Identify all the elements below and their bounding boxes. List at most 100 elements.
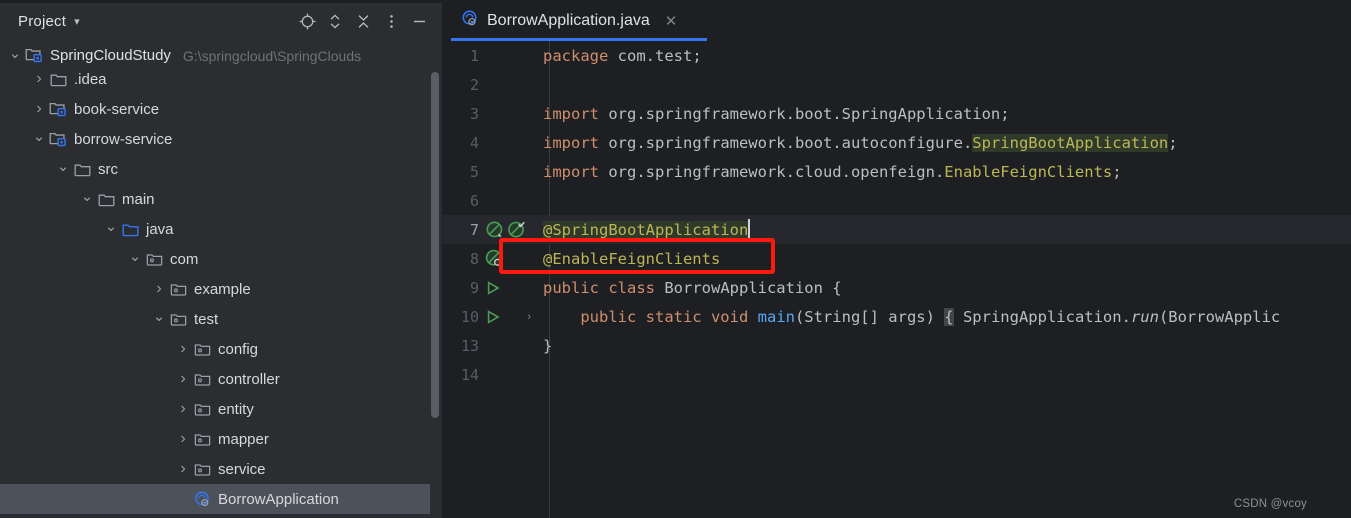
chevron-down-icon[interactable]: ⌄: [150, 309, 168, 324]
tree-item-label: example: [194, 280, 251, 298]
code-line-13[interactable]: 13}: [443, 331, 1351, 360]
tree-item-src[interactable]: ⌄ src: [0, 154, 443, 184]
chevron-down-icon[interactable]: ⌄: [54, 159, 72, 174]
project-tree[interactable]: ⌄ SpringCloudStudy G:\springcloud\SpringCl…: [0, 42, 443, 518]
tree-item-label: src: [98, 160, 118, 178]
code-line-1[interactable]: 1 package com.test;: [443, 41, 1351, 70]
code-line-2[interactable]: 2: [443, 70, 1351, 99]
tree-item-label: book-service: [74, 100, 160, 118]
tree-item-book-service[interactable]: › book-service: [0, 94, 443, 124]
chevron-right-icon[interactable]: ›: [30, 71, 48, 87]
line-number: 3: [469, 104, 479, 123]
minimize-icon[interactable]: [405, 7, 433, 35]
tree-item-example[interactable]: › example: [0, 274, 443, 304]
editor-gutter[interactable]: [481, 360, 537, 389]
chevron-right-icon[interactable]: ›: [174, 431, 192, 447]
chevron-down-icon[interactable]: ▾: [74, 16, 80, 28]
tree-item-label: test: [194, 310, 219, 328]
code-fold-icon[interactable]: ›: [527, 311, 531, 323]
chevron-right-icon[interactable]: ›: [174, 341, 192, 357]
tree-item-label: com: [170, 250, 199, 268]
editor-gutter[interactable]: [481, 215, 537, 244]
code-text: public class BorrowApplication {: [537, 279, 1351, 297]
editor-gutter[interactable]: ›: [481, 302, 537, 331]
code-line-3[interactable]: 3 import org.springframework.boot.SpringA…: [443, 99, 1351, 128]
tree-item-java[interactable]: ⌄ java: [0, 214, 443, 244]
code-line-8[interactable]: 8 @EnableFeignClients: [443, 244, 1351, 273]
tree-item-path: G:\springcloud\SpringClouds: [182, 48, 362, 64]
tree-item-config[interactable]: › config: [0, 334, 443, 364]
code-token: ;: [1168, 133, 1178, 152]
tree-arrow-placeholder: [174, 494, 192, 505]
chevron-right-icon[interactable]: ›: [174, 371, 192, 387]
tree-item-controller[interactable]: › controller: [0, 364, 443, 394]
code-line-5[interactable]: 5 import org.springframework.cloud.openfe…: [443, 157, 1351, 186]
code-token: ;: [1112, 162, 1122, 181]
editor-gutter[interactable]: [481, 244, 537, 273]
code-line-4[interactable]: 4 import org.springframework.boot.autocon…: [443, 128, 1351, 157]
chevron-down-icon[interactable]: ⌄: [6, 46, 24, 61]
spring-bean-icon[interactable]: [485, 220, 505, 240]
run-gutter-icon[interactable]: [485, 309, 501, 325]
close-icon[interactable]: ✕: [665, 14, 678, 29]
code-line-9[interactable]: 9 public class BorrowApplication {: [443, 273, 1351, 302]
editor-tab-label: BorrowApplication.java: [487, 12, 650, 29]
editor-gutter[interactable]: [481, 128, 537, 157]
collapse-all-icon[interactable]: [349, 7, 377, 35]
source-root-icon: [120, 220, 140, 238]
code-line-10[interactable]: 10 › public static void main(String[] arg…: [443, 302, 1351, 331]
chevron-down-icon[interactable]: ⌄: [30, 129, 48, 144]
chevron-down-icon[interactable]: ⌄: [126, 249, 144, 264]
editor-gutter[interactable]: [481, 70, 537, 99]
tree-item-borrow-service[interactable]: ⌄ borrow-service: [0, 124, 443, 154]
editor-gutter[interactable]: [481, 157, 537, 186]
line-number: 4: [469, 133, 479, 152]
folder-icon: [72, 160, 92, 178]
chevron-down-icon[interactable]: ⌄: [78, 189, 96, 204]
line-number: 13: [460, 336, 479, 355]
module-icon: [24, 46, 44, 64]
tree-item-com[interactable]: ⌄ com: [0, 244, 443, 274]
editor-gutter[interactable]: [481, 186, 537, 215]
project-panel-scrollbar[interactable]: [431, 72, 439, 418]
spring-bean-check-icon[interactable]: [507, 220, 527, 240]
editor-gutter[interactable]: [481, 41, 537, 70]
tree-item-service[interactable]: › service: [0, 454, 443, 484]
code-token: public static void: [543, 307, 758, 326]
project-panel-title[interactable]: Project: [18, 13, 66, 30]
code-token: @EnableFeignClients: [543, 249, 721, 268]
select-opened-file-icon[interactable]: [293, 7, 321, 35]
tree-item-springcloudstudy[interactable]: ⌄ SpringCloudStudy G:\springcloud\SpringCl…: [0, 42, 443, 64]
chevron-down-icon[interactable]: ⌄: [102, 219, 120, 234]
editor-tab-borrowapplication[interactable]: BorrowApplication.java ✕: [443, 0, 692, 42]
editor-gutter[interactable]: [481, 331, 537, 360]
folder-icon: [48, 70, 68, 88]
chevron-right-icon[interactable]: ›: [174, 461, 192, 477]
code-token: (String[] args): [794, 307, 945, 326]
tree-item--idea[interactable]: › .idea: [0, 64, 443, 94]
code-editor[interactable]: 1 package com.test; 2 3 import org.springfra…: [443, 41, 1351, 518]
code-token: package: [543, 46, 609, 65]
editor-gutter[interactable]: [481, 273, 537, 302]
tree-item-entity[interactable]: › entity: [0, 394, 443, 424]
package-icon: [192, 430, 212, 448]
editor-area: BorrowApplication.java ✕ 1 package com.te…: [443, 0, 1351, 518]
tree-item-mapper[interactable]: › mapper: [0, 424, 443, 454]
tree-item-test[interactable]: ⌄ test: [0, 304, 443, 334]
editor-gutter[interactable]: [481, 99, 537, 128]
code-line-6[interactable]: 6: [443, 186, 1351, 215]
chevron-right-icon[interactable]: ›: [30, 101, 48, 117]
tree-item-borrowapplication[interactable]: BorrowApplication: [0, 484, 430, 514]
spring-bean-search-icon[interactable]: [485, 249, 505, 269]
chevron-right-icon[interactable]: ›: [150, 281, 168, 297]
line-number: 10: [460, 307, 479, 326]
code-line-7[interactable]: 7 @SpringBootApplication: [443, 215, 1351, 244]
chevron-right-icon[interactable]: ›: [174, 401, 192, 417]
code-line-14[interactable]: 14: [443, 360, 1351, 389]
run-gutter-icon[interactable]: [485, 280, 501, 296]
expand-collapse-icon[interactable]: [321, 7, 349, 35]
line-number: 6: [469, 191, 479, 210]
more-options-icon[interactable]: [377, 7, 405, 35]
code-text: @EnableFeignClients: [537, 250, 1351, 268]
tree-item-main[interactable]: ⌄ main: [0, 184, 443, 214]
